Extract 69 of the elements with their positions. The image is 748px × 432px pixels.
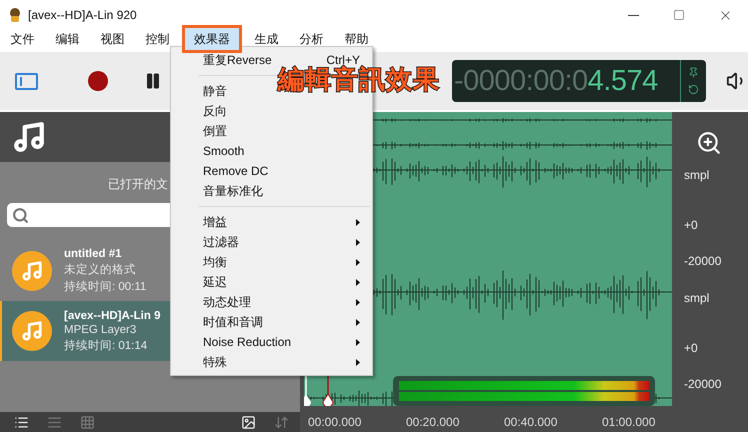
menu-item[interactable]: 视图	[90, 30, 135, 48]
menu-option[interactable]: Remove DC	[203, 164, 268, 178]
caption: 編輯音訊效果	[278, 64, 440, 97]
axis-label: +0	[684, 341, 699, 355]
app-logo-icon	[8, 7, 22, 23]
axis-label: smpl	[684, 168, 710, 182]
submenu-arrow-icon	[356, 258, 360, 266]
submenu-arrow-icon	[356, 358, 360, 366]
file-duration: 持续时间: 00:11	[64, 280, 146, 294]
submenu-option[interactable]: 延迟	[203, 274, 227, 290]
submenu-option[interactable]: 过滤器	[203, 234, 239, 250]
time-label: 00:20.000	[406, 414, 460, 431]
list-view-icon[interactable]	[14, 414, 29, 430]
menu-item[interactable]: 控制	[135, 30, 180, 48]
search-icon	[12, 206, 29, 224]
submenu-arrow-icon	[356, 238, 360, 246]
audio-file-icon	[12, 251, 52, 291]
time-label: 00:00.000	[308, 414, 362, 431]
shortcut-label: Ctrl+Y	[326, 53, 360, 67]
image-icon[interactable]	[241, 414, 256, 430]
grid-view-icon[interactable]	[80, 414, 95, 430]
pin-icon[interactable]	[688, 67, 699, 78]
menu-item[interactable]: 编辑	[45, 30, 90, 48]
axis-label: +0	[684, 218, 699, 232]
menu-option[interactable]: Smooth	[203, 144, 244, 158]
submenu-arrow-icon	[356, 218, 360, 226]
menu-item[interactable]: 分析	[289, 30, 334, 48]
menu-option[interactable]: 重复Reverse	[203, 52, 272, 68]
axis-label: -20000	[684, 377, 722, 391]
menu-option[interactable]: 反向	[203, 102, 227, 120]
file-format: 未定义的格式	[64, 262, 137, 277]
minimize-icon	[628, 14, 638, 16]
menu-option[interactable]: 静音	[203, 82, 227, 100]
file-name: [avex--HD]A-Lin 9	[64, 310, 160, 322]
menu-item[interactable]: 效果器	[182, 25, 242, 53]
record-button[interactable]	[88, 71, 108, 91]
submenu-option[interactable]: Noise Reduction	[203, 335, 292, 349]
submenu-option[interactable]: 增益	[203, 214, 227, 230]
audio-file-icon	[12, 311, 52, 351]
axis-label: -20000	[684, 254, 722, 268]
time-display-digits: -0000:00:0	[454, 64, 588, 98]
time-label: 01:00.000	[602, 414, 656, 431]
submenu-arrow-icon	[356, 338, 360, 346]
sidebar-title: 已打开的文	[108, 176, 168, 193]
panel-toggle-button[interactable]	[15, 72, 38, 90]
music-note-icon	[12, 120, 46, 154]
menu-item[interactable]: 文件	[0, 30, 45, 48]
lines-view-icon[interactable]	[47, 414, 62, 430]
pause-button[interactable]	[144, 72, 162, 90]
menu-item[interactable]: 帮助	[334, 30, 379, 48]
menu-option[interactable]: 倒置	[203, 122, 227, 140]
file-duration: 持续时间: 01:14	[64, 338, 148, 352]
time-display-value: 4.574	[588, 64, 658, 98]
loop-icon[interactable]	[688, 84, 699, 95]
submenu-arrow-icon	[356, 278, 360, 286]
window-title: [avex--HD]A-Lin 920	[28, 8, 138, 22]
submenu-arrow-icon	[356, 318, 360, 326]
time-label: 00:40.000	[504, 414, 558, 431]
axis-label: smpl	[684, 291, 710, 305]
submenu-arrow-icon	[356, 298, 360, 306]
menu-item[interactable]: 生成	[244, 30, 289, 48]
submenu-option[interactable]: 均衡	[203, 254, 227, 270]
submenu-option[interactable]: 时值和音调	[203, 314, 263, 330]
zoom-in-icon[interactable]	[696, 130, 722, 156]
maximize-icon	[673, 9, 685, 21]
file-format: MPEG Layer3	[64, 324, 138, 336]
menu-option[interactable]: 音量标准化	[203, 182, 263, 200]
sort-icon[interactable]	[274, 414, 289, 430]
file-name: untitled #1	[64, 248, 123, 260]
